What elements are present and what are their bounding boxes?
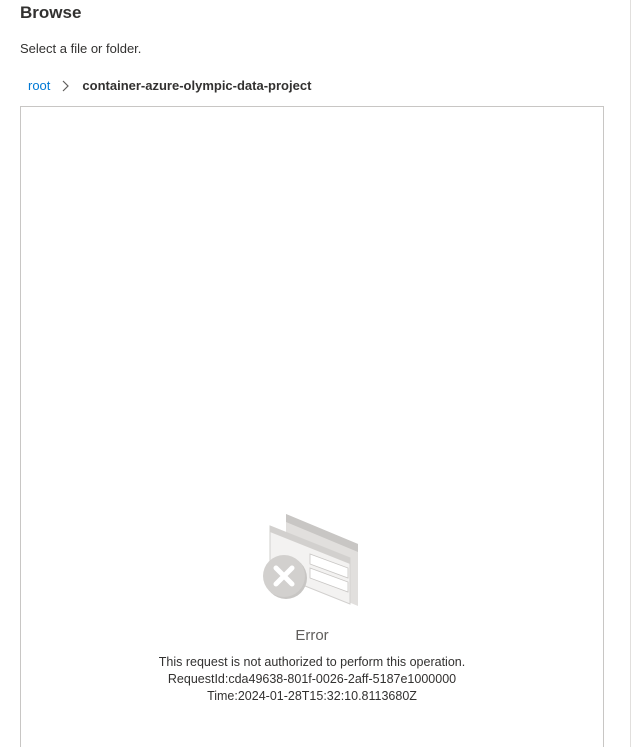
page-title: Browse	[20, 3, 82, 22]
breadcrumb: root container-azure-olympic-data-projec…	[28, 78, 311, 93]
page-subtitle: Select a file or folder.	[20, 41, 142, 56]
error-request-id: RequestId:cda49638-801f-0026-2aff-5187e1…	[167, 672, 457, 686]
chevron-right-icon	[60, 79, 72, 93]
error-time: Time:2024-01-28T15:32:10.8113680Z	[207, 689, 417, 703]
file-browser-area	[20, 106, 604, 747]
error-message: This request is not authorized to perfor…	[158, 655, 466, 669]
breadcrumb-current-item: container-azure-olympic-data-project	[82, 78, 312, 93]
error-title: Error	[295, 627, 329, 644]
error-card-icon	[262, 508, 362, 608]
browse-panel: Browse Select a file or folder. root con…	[0, 0, 631, 747]
breadcrumb-root-link[interactable]: root	[28, 78, 50, 93]
